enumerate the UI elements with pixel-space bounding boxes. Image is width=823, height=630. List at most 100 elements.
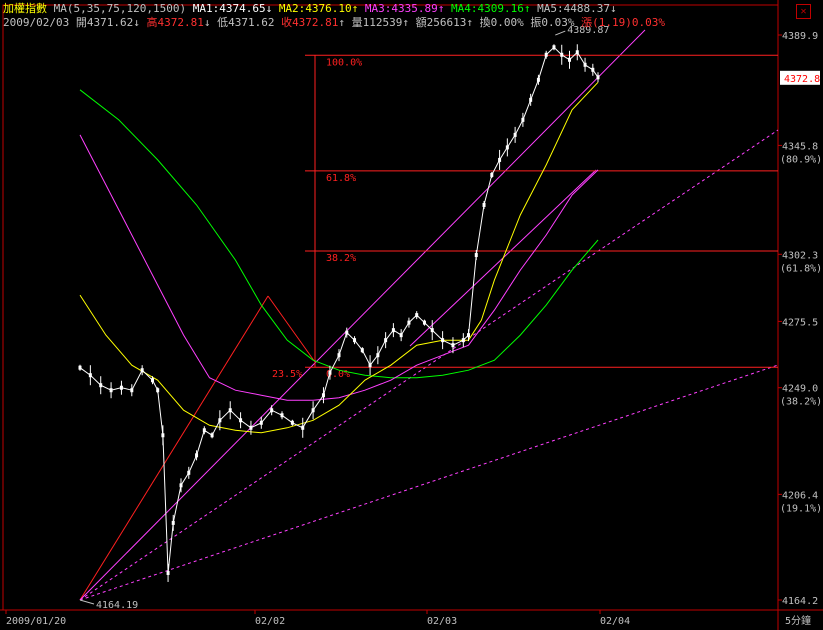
candle-body [311, 408, 315, 413]
candle-body [591, 67, 595, 72]
gann-fan-lines [79, 29, 779, 601]
candle-body [270, 408, 274, 413]
candle-body [156, 388, 160, 393]
price-axis: 4389.9 4345.8 (80.9%) 4302.3 (61.8%) 4275.5 42… [778, 31, 822, 607]
close-icon[interactable]: ✕ [796, 4, 811, 19]
fib-level-label: 38.2% [326, 253, 356, 264]
candle-body [544, 52, 548, 57]
open-readout: 開4371.62↓ [75, 16, 140, 29]
y-tick-sublabel: (80.9%) [780, 154, 822, 165]
candle-body [321, 393, 325, 398]
fib-level-label: 61.8% [326, 173, 356, 184]
candle-body [474, 253, 478, 258]
candle-body [239, 418, 243, 423]
time-axis: 2009/01/20 02/02 02/03 02/04 5分鐘 [5, 610, 811, 627]
candle-body [451, 343, 455, 348]
candle-body [280, 413, 284, 418]
close-readout: 收4372.81↑ [281, 16, 346, 29]
indicator-header: 加權指數 MA(5,35,75,120,1500) MA1:4374.65↓ M… [3, 2, 617, 15]
ma1-line [79, 46, 599, 574]
candle-body [119, 385, 123, 390]
candle-body [384, 338, 388, 343]
ma-params: MA(5,35,75,120,1500) [53, 2, 187, 15]
candle-body [467, 333, 470, 338]
candle-body [498, 157, 502, 162]
candle-body [368, 363, 372, 368]
candle-body [521, 117, 525, 122]
quote-header: 2009/02/03 開4371.62↓ 高4372.81↓ 低4371.62 … [3, 16, 665, 29]
y-tick-label: 4345.8 [782, 141, 818, 152]
candle-body [140, 368, 144, 373]
high-marker [555, 30, 566, 36]
low-marker [79, 599, 95, 605]
candle-body [301, 425, 305, 430]
fan-line [79, 295, 269, 601]
candle-body [461, 338, 465, 343]
candle-body [441, 338, 445, 343]
candle-body [99, 383, 103, 388]
candle-body [415, 313, 419, 318]
price-series [78, 44, 600, 582]
candle-body [536, 77, 540, 82]
candle-body [195, 453, 199, 458]
ma2-readout: MA2:4376.10↑ [278, 2, 359, 15]
candle-body [583, 62, 587, 67]
candle-body [228, 408, 232, 413]
y-tick-label: 4249.0 [782, 384, 818, 395]
candle-body [151, 378, 155, 383]
candle-body [345, 330, 349, 335]
y-tick-sublabel: (38.2%) [780, 397, 822, 408]
volume-readout: 量112539↑ [351, 16, 410, 29]
candle-body [490, 172, 494, 177]
candle-body [596, 75, 600, 80]
ma3-readout: MA3:4335.89↑ [364, 2, 445, 15]
candle-body [482, 202, 486, 207]
candle-body [568, 57, 572, 62]
fan-line [79, 29, 646, 601]
y-tick-label: 4389.9 [782, 31, 818, 42]
x-tick-label: 02/04 [600, 616, 630, 627]
ma4-line [79, 89, 599, 379]
candle-body [161, 433, 165, 438]
candle-body [376, 353, 380, 358]
chart-grid [0, 0, 823, 630]
candle-body [210, 433, 214, 438]
ma4-readout: MA4:4309.16↑ [451, 2, 531, 15]
fib-level-label: 23.5% [272, 369, 302, 380]
candle-body [218, 418, 222, 423]
candle-body [552, 45, 556, 50]
candle-body [422, 320, 426, 325]
plot-frame [2, 4, 779, 611]
y-tick-label: 4164.2 [782, 596, 818, 607]
index-name: 加權指數 [3, 2, 47, 15]
amount-readout: 額256613↑ [415, 16, 474, 29]
chart-annotations: 4389.874164.19 [79, 25, 609, 611]
candle-body [560, 52, 564, 57]
fan-line [79, 129, 779, 601]
candle-body [391, 328, 395, 333]
fib-level-label: 100.0% [326, 57, 362, 68]
turnover-readout: 換0.00% [479, 16, 524, 29]
candle-body [337, 353, 341, 358]
candle-body [575, 50, 579, 55]
candle-body [259, 420, 263, 425]
candle-body [360, 348, 364, 353]
candle-body [88, 373, 92, 378]
candle-body [130, 388, 134, 393]
candle-body [109, 388, 113, 393]
candle-body [290, 420, 294, 425]
candle-body [179, 483, 183, 488]
candle-body [171, 520, 175, 525]
candle-body [187, 470, 191, 475]
candle-body [202, 428, 206, 433]
candle-body [353, 338, 357, 343]
y-tick-label: 4206.4 [782, 490, 818, 501]
price-chart[interactable]: 100.0%61.8%38.2%23.5% 0.0% 4389.94345.8(8… [0, 0, 823, 630]
high-readout: 高4372.81↓ [146, 16, 211, 29]
low-readout: 低4371.62 [217, 16, 275, 29]
candle-body [407, 320, 411, 325]
amplitude-readout: 振0.03% [530, 16, 575, 29]
change-readout: 漲(1.19)0.03% [581, 16, 666, 29]
candle-body [78, 365, 82, 370]
fan-line [79, 364, 779, 601]
